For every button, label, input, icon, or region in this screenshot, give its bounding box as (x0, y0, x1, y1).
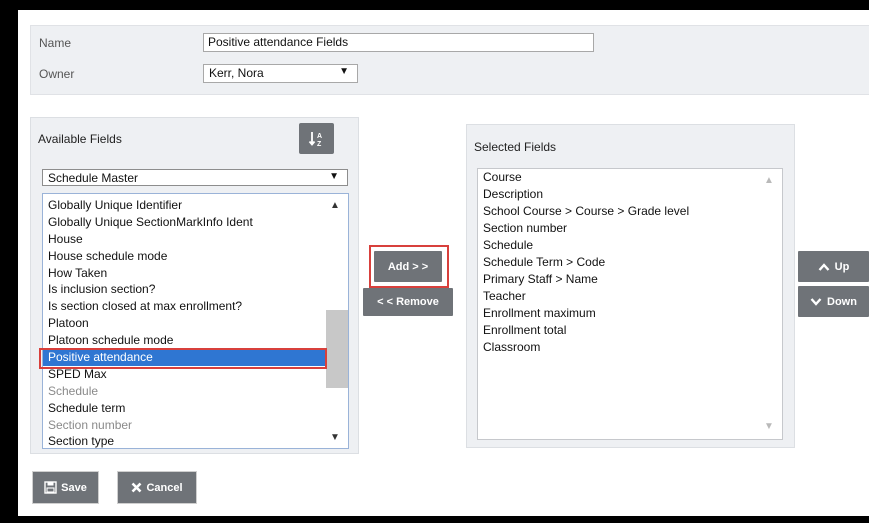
selected-fields-list[interactable]: Course Description School Course > Course … (477, 168, 783, 440)
available-field-item[interactable]: Platoon (43, 315, 326, 332)
owner-select-value: Kerr, Nora (209, 66, 264, 80)
available-fields-list[interactable]: Globally Unique Identifier Globally Uniqu… (42, 193, 349, 449)
available-field-item[interactable]: Is section closed at max enrollment? (43, 298, 326, 315)
move-down-button[interactable]: Down (798, 286, 869, 317)
available-fields-title: Available Fields (38, 132, 122, 146)
save-button[interactable]: Save (32, 471, 99, 504)
available-field-item[interactable]: Is inclusion section? (43, 281, 326, 298)
x-cancel-icon (132, 482, 142, 493)
selected-field-item[interactable]: Section number (478, 220, 782, 237)
owner-select[interactable]: Kerr, Nora ▼ (203, 64, 358, 83)
add-button[interactable]: Add > > (374, 251, 442, 282)
available-field-item[interactable]: How Taken (43, 265, 326, 282)
cancel-label: Cancel (146, 481, 183, 494)
selected-field-item[interactable]: Teacher (478, 288, 782, 305)
name-label: Name (39, 36, 72, 50)
owner-label: Owner (39, 67, 75, 81)
caret-down-icon: ▼ (339, 66, 349, 77)
selected-field-item[interactable]: Enrollment maximum (478, 305, 782, 322)
selected-field-item[interactable]: Description (478, 186, 782, 203)
available-field-item[interactable]: Schedule (43, 383, 326, 400)
available-field-item[interactable]: Globally Unique Identifier (43, 197, 326, 214)
svg-text:A: A (317, 133, 322, 140)
selected-field-item[interactable]: Schedule Term > Code (478, 254, 782, 271)
scroll-down-arrow-icon[interactable]: ▼ (764, 421, 774, 432)
selected-fields-title: Selected Fields (474, 140, 557, 154)
selected-field-item[interactable]: Primary Staff > Name (478, 271, 782, 288)
selected-field-item[interactable]: Enrollment total (478, 322, 782, 339)
table-select[interactable]: Schedule Master ▼ (42, 169, 348, 186)
chevron-down-icon (810, 297, 822, 306)
remove-button[interactable]: < < Remove (363, 288, 453, 316)
save-disk-icon (44, 481, 57, 494)
svg-text:Z: Z (317, 141, 322, 148)
available-field-item[interactable]: Platoon schedule mode (43, 332, 326, 349)
selected-field-item[interactable]: Course (478, 169, 782, 186)
caret-down-icon: ▼ (329, 171, 339, 182)
name-input[interactable]: Positive attendance Fields (203, 33, 594, 52)
available-field-item[interactable]: Globally Unique SectionMarkInfo Ident (43, 214, 326, 231)
selected-field-item[interactable]: Classroom (478, 339, 782, 356)
selected-scrollbar[interactable]: ▲ ▼ (760, 169, 782, 439)
cancel-button[interactable]: Cancel (117, 471, 197, 504)
available-field-item[interactable]: Section type (43, 433, 326, 448)
selected-field-item[interactable]: Schedule (478, 237, 782, 254)
selection-highlight-outline (39, 348, 327, 369)
available-field-item[interactable]: House schedule mode (43, 248, 326, 265)
move-down-label: Down (827, 295, 857, 308)
available-field-item[interactable]: Section number (43, 417, 326, 434)
scroll-thumb[interactable] (326, 310, 348, 388)
scroll-up-arrow-icon[interactable]: ▲ (764, 175, 774, 186)
save-label: Save (61, 481, 87, 494)
chevron-up-icon (818, 262, 830, 271)
available-field-item[interactable]: Schedule term (43, 400, 326, 417)
selected-field-item[interactable]: School Course > Course > Grade level (478, 203, 782, 220)
sort-alpha-icon: A Z (308, 131, 322, 148)
scroll-up-arrow-icon[interactable]: ▲ (330, 200, 340, 211)
move-up-label: Up (834, 260, 850, 273)
sort-button[interactable]: A Z (299, 123, 334, 154)
table-select-value: Schedule Master (48, 171, 139, 185)
available-scrollbar[interactable]: ▲ ▼ (326, 194, 348, 448)
scroll-down-arrow-icon[interactable]: ▼ (330, 432, 340, 443)
move-up-button[interactable]: Up (798, 251, 869, 282)
selected-items-container: Course Description School Course > Course … (478, 169, 782, 356)
available-field-item[interactable]: House (43, 231, 326, 248)
available-items-container: Globally Unique Identifier Globally Uniqu… (43, 194, 348, 448)
